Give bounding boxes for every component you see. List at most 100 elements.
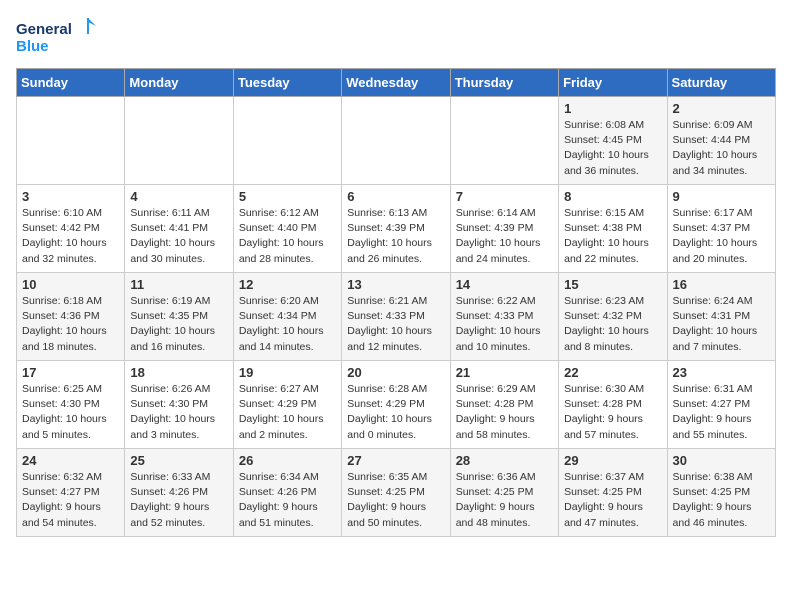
calendar-cell: 28 Sunrise: 6:36 AM Sunset: 4:25 PM Dayli… xyxy=(450,449,558,537)
day-info: Sunrise: 6:13 AM Sunset: 4:39 PM Dayligh… xyxy=(347,206,444,267)
calendar-cell: 2 Sunrise: 6:09 AM Sunset: 4:44 PM Daylig… xyxy=(667,97,775,185)
day-info: Sunrise: 6:34 AM Sunset: 4:26 PM Dayligh… xyxy=(239,470,336,531)
calendar-cell: 21 Sunrise: 6:29 AM Sunset: 4:28 PM Dayli… xyxy=(450,361,558,449)
day-number: 26 xyxy=(239,453,336,468)
day-number: 7 xyxy=(456,189,553,204)
calendar-cell: 8 Sunrise: 6:15 AM Sunset: 4:38 PM Daylig… xyxy=(559,185,667,273)
day-number: 21 xyxy=(456,365,553,380)
calendar-cell xyxy=(233,97,341,185)
calendar-cell: 25 Sunrise: 6:33 AM Sunset: 4:26 PM Dayli… xyxy=(125,449,233,537)
day-info: Sunrise: 6:38 AM Sunset: 4:25 PM Dayligh… xyxy=(673,470,770,531)
day-number: 9 xyxy=(673,189,770,204)
day-number: 5 xyxy=(239,189,336,204)
calendar-week-row: 3Sunrise: 6:10 AM Sunset: 4:42 PM Daylig… xyxy=(17,185,776,273)
day-number: 12 xyxy=(239,277,336,292)
day-info: Sunrise: 6:37 AM Sunset: 4:25 PM Dayligh… xyxy=(564,470,661,531)
day-number: 4 xyxy=(130,189,227,204)
calendar-cell: 27 Sunrise: 6:35 AM Sunset: 4:25 PM Dayli… xyxy=(342,449,450,537)
day-info: Sunrise: 6:29 AM Sunset: 4:28 PM Dayligh… xyxy=(456,382,553,443)
calendar-cell: 1Sunrise: 6:08 AM Sunset: 4:45 PM Daylig… xyxy=(559,97,667,185)
calendar-week-row: 17 Sunrise: 6:25 AM Sunset: 4:30 PM Dayli… xyxy=(17,361,776,449)
day-number: 8 xyxy=(564,189,661,204)
col-header-sunday: Sunday xyxy=(17,69,125,97)
day-number: 10 xyxy=(22,277,119,292)
day-number: 16 xyxy=(673,277,770,292)
day-info: Sunrise: 6:28 AM Sunset: 4:29 PM Dayligh… xyxy=(347,382,444,443)
day-info: Sunrise: 6:08 AM Sunset: 4:45 PM Dayligh… xyxy=(564,118,661,179)
calendar-cell: 20 Sunrise: 6:28 AM Sunset: 4:29 PM Dayli… xyxy=(342,361,450,449)
calendar-cell: 30 Sunrise: 6:38 AM Sunset: 4:25 PM Dayli… xyxy=(667,449,775,537)
calendar-cell: 26 Sunrise: 6:34 AM Sunset: 4:26 PM Dayli… xyxy=(233,449,341,537)
calendar-cell: 3Sunrise: 6:10 AM Sunset: 4:42 PM Daylig… xyxy=(17,185,125,273)
calendar-cell: 10 Sunrise: 6:18 AM Sunset: 4:36 PM Dayli… xyxy=(17,273,125,361)
day-info: Sunrise: 6:18 AM Sunset: 4:36 PM Dayligh… xyxy=(22,294,119,355)
calendar-cell xyxy=(17,97,125,185)
col-header-wednesday: Wednesday xyxy=(342,69,450,97)
calendar-cell: 13 Sunrise: 6:21 AM Sunset: 4:33 PM Dayli… xyxy=(342,273,450,361)
day-info: Sunrise: 6:25 AM Sunset: 4:30 PM Dayligh… xyxy=(22,382,119,443)
calendar-cell: 19 Sunrise: 6:27 AM Sunset: 4:29 PM Dayli… xyxy=(233,361,341,449)
calendar-cell: 6 Sunrise: 6:13 AM Sunset: 4:39 PM Daylig… xyxy=(342,185,450,273)
calendar-cell xyxy=(450,97,558,185)
day-number: 19 xyxy=(239,365,336,380)
calendar-cell xyxy=(342,97,450,185)
day-number: 11 xyxy=(130,277,227,292)
day-number: 13 xyxy=(347,277,444,292)
day-info: Sunrise: 6:19 AM Sunset: 4:35 PM Dayligh… xyxy=(130,294,227,355)
svg-text:General: General xyxy=(16,21,72,38)
day-info: Sunrise: 6:14 AM Sunset: 4:39 PM Dayligh… xyxy=(456,206,553,267)
calendar-cell: 5 Sunrise: 6:12 AM Sunset: 4:40 PM Daylig… xyxy=(233,185,341,273)
calendar-cell xyxy=(125,97,233,185)
day-info: Sunrise: 6:35 AM Sunset: 4:25 PM Dayligh… xyxy=(347,470,444,531)
calendar-week-row: 1Sunrise: 6:08 AM Sunset: 4:45 PM Daylig… xyxy=(17,97,776,185)
logo: General Blue xyxy=(16,16,96,56)
day-number: 28 xyxy=(456,453,553,468)
calendar-cell: 22 Sunrise: 6:30 AM Sunset: 4:28 PM Dayli… xyxy=(559,361,667,449)
day-number: 3 xyxy=(22,189,119,204)
col-header-tuesday: Tuesday xyxy=(233,69,341,97)
col-header-friday: Friday xyxy=(559,69,667,97)
calendar-cell: 16 Sunrise: 6:24 AM Sunset: 4:31 PM Dayli… xyxy=(667,273,775,361)
day-info: Sunrise: 6:30 AM Sunset: 4:28 PM Dayligh… xyxy=(564,382,661,443)
day-number: 25 xyxy=(130,453,227,468)
col-header-monday: Monday xyxy=(125,69,233,97)
day-info: Sunrise: 6:21 AM Sunset: 4:33 PM Dayligh… xyxy=(347,294,444,355)
day-info: Sunrise: 6:22 AM Sunset: 4:33 PM Dayligh… xyxy=(456,294,553,355)
day-number: 24 xyxy=(22,453,119,468)
calendar-cell: 9 Sunrise: 6:17 AM Sunset: 4:37 PM Daylig… xyxy=(667,185,775,273)
day-number: 30 xyxy=(673,453,770,468)
day-number: 20 xyxy=(347,365,444,380)
calendar-cell: 4 Sunrise: 6:11 AM Sunset: 4:41 PM Daylig… xyxy=(125,185,233,273)
calendar-cell: 18Sunrise: 6:26 AM Sunset: 4:30 PM Dayli… xyxy=(125,361,233,449)
day-number: 22 xyxy=(564,365,661,380)
day-number: 17 xyxy=(22,365,119,380)
calendar-cell: 12 Sunrise: 6:20 AM Sunset: 4:34 PM Dayli… xyxy=(233,273,341,361)
svg-text:Blue: Blue xyxy=(16,38,49,55)
day-info: Sunrise: 6:09 AM Sunset: 4:44 PM Dayligh… xyxy=(673,118,770,179)
calendar-cell: 7 Sunrise: 6:14 AM Sunset: 4:39 PM Daylig… xyxy=(450,185,558,273)
calendar-cell: 29 Sunrise: 6:37 AM Sunset: 4:25 PM Dayli… xyxy=(559,449,667,537)
day-info: Sunrise: 6:26 AM Sunset: 4:30 PM Dayligh… xyxy=(130,382,227,443)
calendar-cell: 15Sunrise: 6:23 AM Sunset: 4:32 PM Dayli… xyxy=(559,273,667,361)
logo-svg: General Blue xyxy=(16,16,96,56)
day-info: Sunrise: 6:24 AM Sunset: 4:31 PM Dayligh… xyxy=(673,294,770,355)
day-info: Sunrise: 6:17 AM Sunset: 4:37 PM Dayligh… xyxy=(673,206,770,267)
day-info: Sunrise: 6:27 AM Sunset: 4:29 PM Dayligh… xyxy=(239,382,336,443)
day-info: Sunrise: 6:11 AM Sunset: 4:41 PM Dayligh… xyxy=(130,206,227,267)
day-info: Sunrise: 6:36 AM Sunset: 4:25 PM Dayligh… xyxy=(456,470,553,531)
calendar-cell: 23Sunrise: 6:31 AM Sunset: 4:27 PM Dayli… xyxy=(667,361,775,449)
day-number: 6 xyxy=(347,189,444,204)
day-info: Sunrise: 6:15 AM Sunset: 4:38 PM Dayligh… xyxy=(564,206,661,267)
calendar-cell: 17 Sunrise: 6:25 AM Sunset: 4:30 PM Dayli… xyxy=(17,361,125,449)
page-header: General Blue xyxy=(16,16,776,56)
calendar-week-row: 24Sunrise: 6:32 AM Sunset: 4:27 PM Dayli… xyxy=(17,449,776,537)
day-number: 29 xyxy=(564,453,661,468)
day-info: Sunrise: 6:31 AM Sunset: 4:27 PM Dayligh… xyxy=(673,382,770,443)
calendar-cell: 11 Sunrise: 6:19 AM Sunset: 4:35 PM Dayli… xyxy=(125,273,233,361)
day-info: Sunrise: 6:33 AM Sunset: 4:26 PM Dayligh… xyxy=(130,470,227,531)
day-info: Sunrise: 6:23 AM Sunset: 4:32 PM Dayligh… xyxy=(564,294,661,355)
day-number: 27 xyxy=(347,453,444,468)
day-info: Sunrise: 6:20 AM Sunset: 4:34 PM Dayligh… xyxy=(239,294,336,355)
day-info: Sunrise: 6:12 AM Sunset: 4:40 PM Dayligh… xyxy=(239,206,336,267)
day-number: 2 xyxy=(673,101,770,116)
